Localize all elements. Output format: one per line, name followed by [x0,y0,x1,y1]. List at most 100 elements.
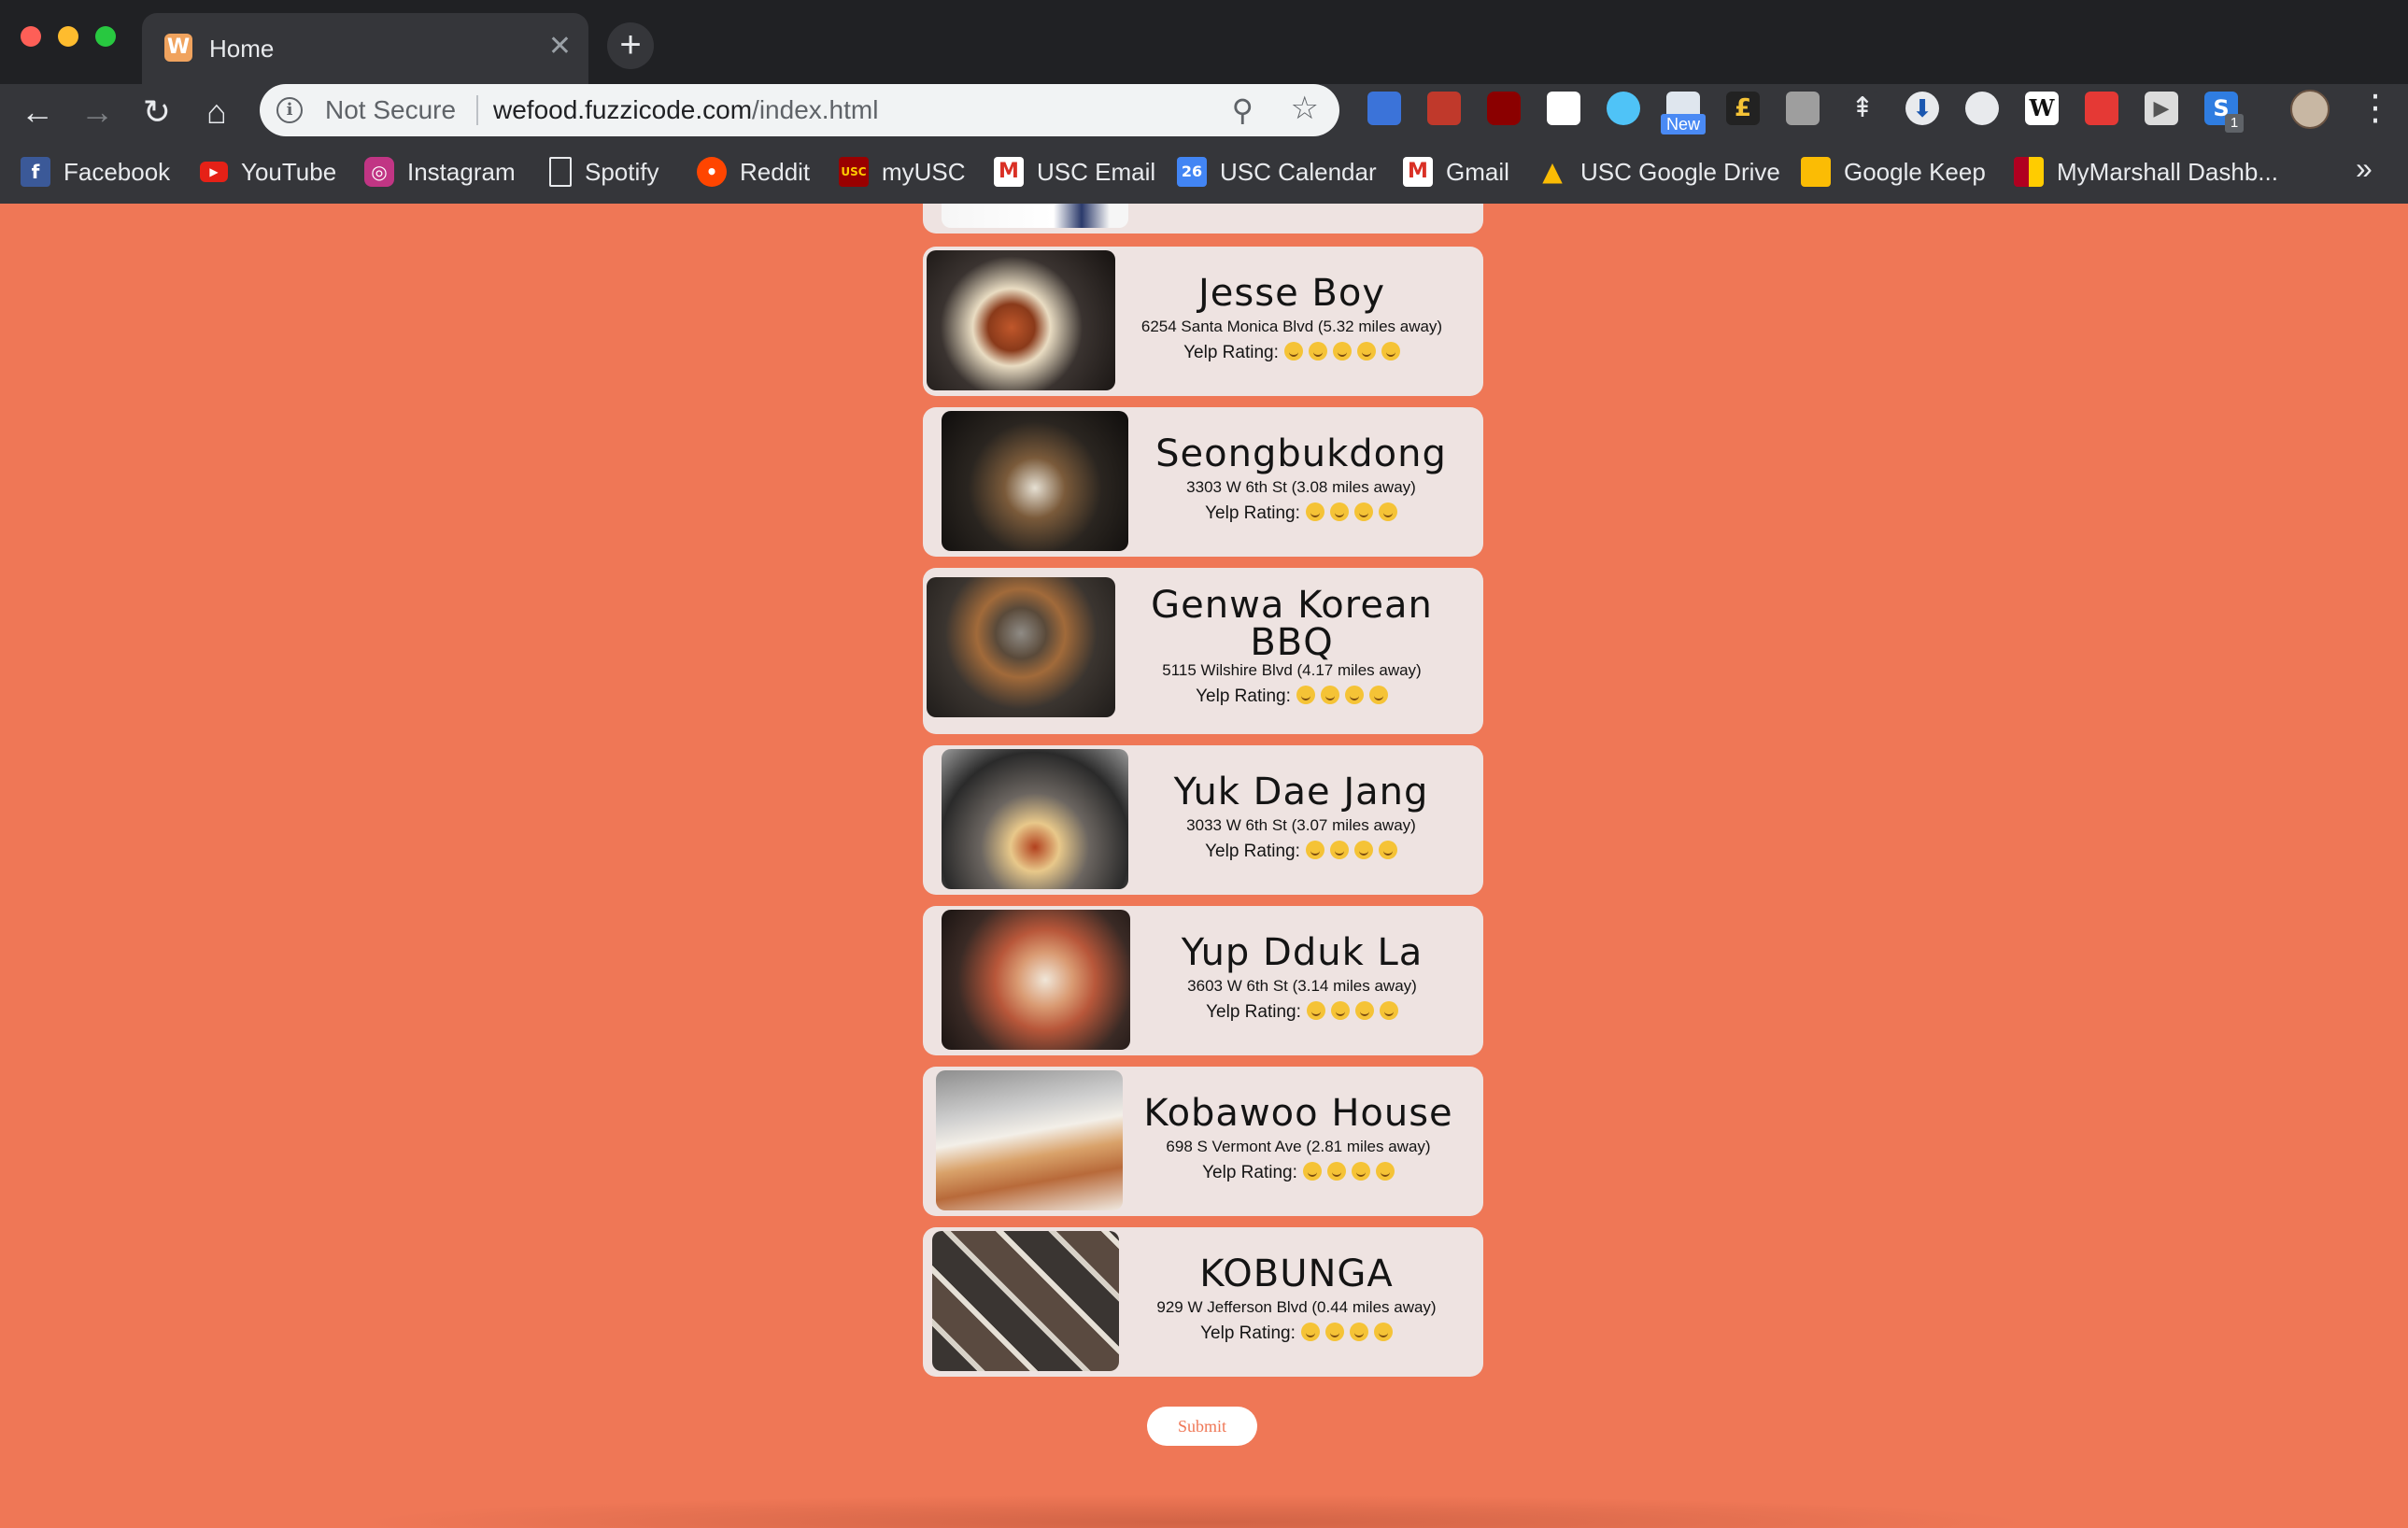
back-button[interactable]: ← [15,90,60,134]
bookmark-star-icon[interactable]: ☆ [1291,90,1319,127]
new-badge: New [1661,114,1706,134]
restaurant-card[interactable]: Kobawoo House 698 S Vermont Ave (2.81 mi… [923,1067,1483,1216]
restaurant-photo [927,577,1115,717]
bookmark-label: USC Google Drive [1580,157,1780,186]
restaurant-name: Yuk Dae Jang [1173,771,1429,814]
bookmark-label: USC Email [1037,157,1156,186]
browser-menu-icon[interactable]: ⋮ [2358,90,2393,127]
restaurant-photo [942,749,1128,889]
restaurant-card[interactable]: Yuk Dae Jang 3033 W 6th St (3.07 miles a… [923,745,1483,895]
yelp-rating-label: Yelp Rating: [1183,343,1279,362]
smiley-icon [1353,841,1373,859]
smiley-icon [1330,1001,1350,1020]
restaurant-address: 3033 W 6th St (3.07 miles away) [1186,816,1416,834]
restaurant-address: 3303 W 6th St (3.08 miles away) [1186,478,1416,496]
wikipedia-extension-icon[interactable]: W [2025,92,2059,125]
info-icon[interactable]: i [276,97,303,123]
bookmark-facebook[interactable]: f Facebook [21,153,170,191]
restaurant-name: Jesse Boy [1198,272,1385,315]
zoom-icon[interactable]: ⚲ [1232,92,1254,129]
bookmark-google-keep[interactable]: Google Keep [1801,153,1986,191]
smiley-icon [1368,686,1388,704]
rating-emojis [1301,1001,1398,1022]
red-extension-icon[interactable] [2085,92,2118,125]
bookmark-usc-email[interactable]: M USC Email [994,153,1155,191]
play-extension-icon[interactable]: ▶ [2145,92,2178,125]
smiley-icon [1296,686,1315,704]
restaurant-card[interactable]: Seongbukdong 3303 W 6th St (3.08 miles a… [923,407,1483,557]
extension-count-badge: 1 [2225,114,2244,133]
smiley-icon [1305,841,1324,859]
profile-avatar[interactable] [2290,90,2330,129]
bookmark-gmail[interactable]: M Gmail [1403,153,1509,191]
close-window-button[interactable] [21,26,41,47]
smiley-icon [1308,342,1327,361]
forward-button[interactable]: → [75,90,120,134]
bookmark-myusc[interactable]: USC myUSC [839,153,966,191]
smiley-icon [1378,841,1397,859]
maximize-window-button[interactable] [95,26,116,47]
speedometer-extension-icon[interactable] [1965,92,1999,125]
bookmark-usc-google-drive[interactable]: ▲ USC Google Drive [1537,153,1780,191]
restaurant-address: 698 S Vermont Ave (2.81 miles away) [1166,1138,1431,1155]
bookmark-instagram[interactable]: ◎ Instagram [364,153,516,191]
youtube-icon: ▶ [200,162,228,182]
smiley-icon [1306,1001,1325,1020]
translate-extension-icon[interactable] [1367,92,1401,125]
gray-extension-icon[interactable] [1786,92,1820,125]
url-text[interactable]: wefood.fuzzicode.com/index.html [493,93,878,127]
calendar-icon: 26 [1177,157,1207,187]
page-content: Jesse Boy 6254 Santa Monica Blvd (5.32 m… [0,204,2408,1528]
smiley-icon [1300,1323,1320,1341]
restaurant-card-partial[interactable] [923,204,1483,233]
download-extension-icon[interactable]: ⬇ [1905,92,1939,125]
restaurant-name: KOBUNGA [1199,1252,1394,1295]
bookmark-youtube[interactable]: ▶ YouTube [200,153,336,191]
smiley-icon [1332,342,1352,361]
restaurant-card[interactable]: Genwa Korean BBQ 5115 Wilshire Blvd (4.1… [923,568,1483,734]
bookmarks-overflow-button[interactable]: » [2356,149,2373,187]
restaurant-address: 3603 W 6th St (3.14 miles away) [1187,977,1417,995]
new-tab-button[interactable]: + [607,22,654,69]
tab-home[interactable]: W Home ✕ [142,13,588,84]
bookmark-label: Instagram [407,157,516,186]
bookmark-reddit[interactable]: • Reddit [697,153,810,191]
url-path: /index.html [752,95,879,124]
restaurant-card[interactable]: KOBUNGA 929 W Jefferson Blvd (0.44 miles… [923,1227,1483,1377]
smiley-icon [1320,686,1339,704]
bookmark-mymarshall[interactable]: MyMarshall Dashb... [2014,153,2278,191]
bookmark-usc-calendar[interactable]: 26 USC Calendar [1177,153,1377,191]
yelp-rating-label: Yelp Rating: [1205,842,1300,861]
bookmark-label: Gmail [1446,157,1509,186]
restaurant-name: Seongbukdong [1155,432,1447,475]
tree-extension-icon[interactable]: ⇞ [1846,92,1879,125]
yelp-rating: Yelp Rating: [1130,1001,1474,1023]
close-tab-icon[interactable]: ✕ [548,30,572,64]
usc-icon: USC [839,157,869,187]
restaurant-address: 929 W Jefferson Blvd (0.44 miles away) [1156,1298,1437,1316]
site-favicon-icon: W [164,34,192,62]
restaurant-card[interactable]: Jesse Boy 6254 Santa Monica Blvd (5.32 m… [923,247,1483,396]
bookmark-label: myUSC [882,157,966,186]
smiley-icon [1302,1162,1322,1181]
chinese-dictionary-extension-icon[interactable] [1547,92,1580,125]
bookmark-label: USC Calendar [1220,157,1377,186]
restaurant-photo [927,250,1115,390]
restaurant-card[interactable]: Yup Dduk La 3603 W 6th St (3.14 miles aw… [923,906,1483,1055]
e-extension-icon[interactable]: £ [1726,92,1760,125]
gmail-icon: M [1403,157,1433,187]
rating-emojis [1297,1162,1395,1182]
reload-button[interactable]: ↻ [135,90,179,134]
ublock-extension-icon[interactable] [1487,92,1521,125]
diamond-extension-icon[interactable] [1607,92,1640,125]
yelp-rating: Yelp Rating: [1119,1323,1474,1344]
smiley-icon [1378,502,1397,521]
address-bar[interactable]: i Not Secure wefood.fuzzicode.com/index.… [260,84,1339,136]
pdf-extension-icon[interactable] [1427,92,1461,125]
bookmark-spotify[interactable]: Spotify [549,153,659,191]
minimize-window-button[interactable] [58,26,78,47]
yelp-rating-label: Yelp Rating: [1206,1002,1301,1022]
submit-button[interactable]: Submit [1147,1407,1257,1446]
home-button[interactable]: ⌂ [194,90,239,134]
smiley-icon [1329,841,1349,859]
